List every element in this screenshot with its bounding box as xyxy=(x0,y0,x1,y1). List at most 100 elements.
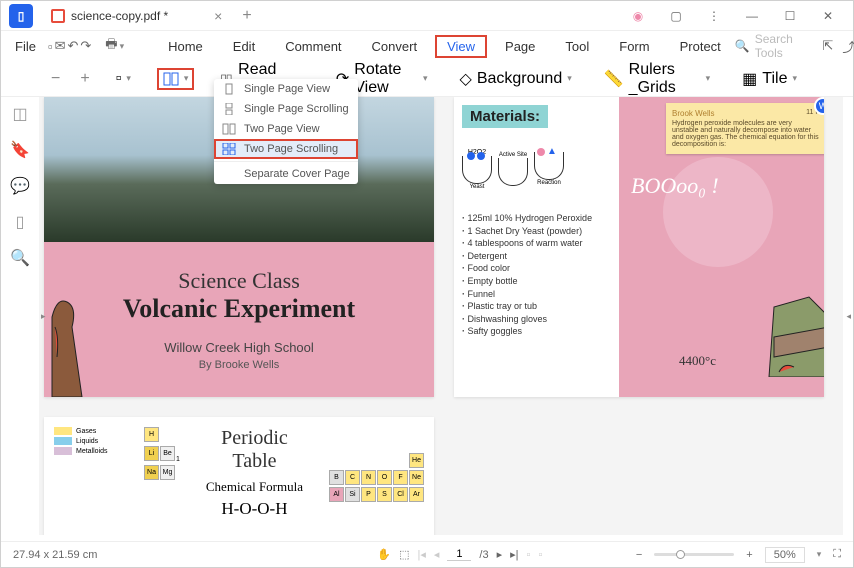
background-label: Background xyxy=(477,70,562,88)
sticky-author: Brook Wells xyxy=(672,109,715,118)
rotate-label: Rotate View xyxy=(354,61,418,97)
boo-text: BOOoo₀ ! xyxy=(631,173,719,199)
menu-two-label: Two Page View xyxy=(244,123,320,135)
two-page-icon xyxy=(163,71,179,87)
undo-icon[interactable]: ↶ xyxy=(67,35,78,57)
rulers-dropdown[interactable]: 📏 Rulers _Grids▾ xyxy=(598,58,716,100)
zoom-dropdown-icon[interactable]: ▾ xyxy=(817,549,822,560)
legend: GasesLiquidsMetalloids xyxy=(54,427,124,532)
document-tab[interactable]: science-copy.pdf * × xyxy=(41,4,232,28)
maximize-button[interactable]: ☐ xyxy=(775,6,805,26)
thumbnails-icon[interactable]: ◫ xyxy=(11,105,29,123)
file-menu[interactable]: File xyxy=(15,39,36,54)
comments-icon[interactable]: 💬 xyxy=(11,177,29,195)
page-thumbnail-2: Materials: H2O2Yeast Active Site ▲Reacti… xyxy=(454,97,824,397)
zoom-out-button[interactable]: − xyxy=(51,70,60,88)
tab-edit[interactable]: Edit xyxy=(221,35,267,58)
volcano-illustration xyxy=(46,277,88,397)
redo-icon[interactable]: ↷ xyxy=(80,35,91,57)
page-number-input[interactable] xyxy=(447,548,471,561)
tab-comment[interactable]: Comment xyxy=(273,35,353,58)
kebab-icon[interactable]: ⋮ xyxy=(699,6,729,26)
document-viewport[interactable]: Science Class Volcanic Experiment Willow… xyxy=(39,97,843,535)
menu-two-page-scrolling[interactable]: Two Page Scrolling xyxy=(214,139,358,159)
fit-icon: ▫ xyxy=(116,70,122,88)
print-icon[interactable]: 🖶 xyxy=(105,35,117,57)
share-icon[interactable]: ⤴ xyxy=(841,35,854,57)
menu-separate-cover[interactable]: Separate Cover Page xyxy=(214,164,358,184)
menu-single-scroll-label: Single Page Scrolling xyxy=(244,103,349,115)
search-icon[interactable]: 🔍 xyxy=(735,39,750,53)
temperature-text: 4400°c xyxy=(679,353,716,369)
tile-icon: ▦ xyxy=(742,69,757,89)
prev-page-button[interactable]: ◂ xyxy=(434,548,440,561)
tab-convert[interactable]: Convert xyxy=(360,35,430,58)
ruler-icon: 📏 xyxy=(604,69,624,89)
next-page-button[interactable]: ▸ xyxy=(497,548,503,561)
menu-single-page[interactable]: Single Page View xyxy=(214,79,358,99)
close-window-button[interactable]: ✕ xyxy=(813,6,843,26)
tab-protect[interactable]: Protect xyxy=(668,35,733,58)
page1-author: By Brooke Wells xyxy=(199,359,280,371)
page-layout-dropdown[interactable]: ▾ xyxy=(157,68,195,90)
fullscreen-icon[interactable]: ⛶ xyxy=(833,548,841,561)
pdf-icon xyxy=(51,9,65,23)
last-page-button[interactable]: ▸| xyxy=(510,548,518,561)
page-expand-left-icon[interactable]: ▸ xyxy=(41,311,46,322)
save-icon[interactable]: ▫ xyxy=(48,35,53,57)
sticky-note[interactable]: W Brook Wells11 P Hydrogen peroxide mole… xyxy=(666,103,824,154)
page-layout-menu: Single Page View Single Page Scrolling T… xyxy=(214,79,358,184)
tab-tool[interactable]: Tool xyxy=(553,35,601,58)
search-placeholder[interactable]: Search Tools xyxy=(755,32,805,60)
menu-single-scrolling[interactable]: Single Page Scrolling xyxy=(214,99,358,119)
page-thumbnail-3: GasesLiquidsMetalloids H LiBe NaMg 1 Per… xyxy=(44,417,434,535)
app-icon: ▯ xyxy=(9,4,33,28)
tile-dropdown[interactable]: ▦ Tile▾ xyxy=(736,66,803,92)
menu-two-page[interactable]: Two Page View xyxy=(214,119,358,139)
tab-page[interactable]: Page xyxy=(493,35,547,58)
tab-form[interactable]: Form xyxy=(607,35,661,58)
zoom-in-button[interactable]: + xyxy=(80,70,89,88)
external-icon[interactable]: ⇱ xyxy=(820,35,836,57)
account-icon[interactable]: ◉ xyxy=(623,6,653,26)
print-dropdown-icon[interactable]: ▾ xyxy=(120,41,125,52)
tab-home[interactable]: Home xyxy=(156,35,215,58)
tab-view[interactable]: View xyxy=(435,35,487,58)
zoom-in-status-button[interactable]: + xyxy=(746,549,752,561)
reaction-label: Reaction xyxy=(534,180,564,186)
background-icon: ◇ xyxy=(460,69,472,89)
page1-title: Science Class xyxy=(178,268,300,294)
bookmarks-icon[interactable]: 🔖 xyxy=(11,141,29,159)
hand-tool-icon[interactable]: ✋ xyxy=(377,548,391,561)
background-dropdown[interactable]: ◇ Background▾ xyxy=(454,66,578,92)
mail-icon[interactable]: ✉ xyxy=(55,35,66,57)
sticky-text: Hydrogen peroxide molecules are very uns… xyxy=(672,120,820,148)
select-tool-icon[interactable]: ⬚ xyxy=(399,548,409,561)
zoom-level: 50% xyxy=(765,547,805,563)
menu-two-scroll-label: Two Page Scrolling xyxy=(244,143,338,155)
periodic-right: HeBCNOFNeAlSiPSClAr xyxy=(329,453,424,532)
chemical-formula-label: Chemical Formula xyxy=(200,479,309,495)
page1-subtitle: Volcanic Experiment xyxy=(123,294,355,324)
close-tab-icon[interactable]: × xyxy=(214,8,222,24)
materials-heading: Materials: xyxy=(462,105,548,128)
fit-dropdown[interactable]: ▫▾ xyxy=(110,67,137,91)
page-expand-right-icon[interactable]: ◂ xyxy=(846,311,851,322)
new-tab-button[interactable]: + xyxy=(242,7,251,25)
tile-label: Tile xyxy=(762,70,787,88)
double-view-icon[interactable]: ▫ xyxy=(538,549,542,561)
first-page-button[interactable]: |◂ xyxy=(418,548,426,561)
materials-list: 125ml 10% Hydrogen Peroxide1 Sachet Dry … xyxy=(462,212,611,338)
zoom-out-status-button[interactable]: − xyxy=(636,549,642,561)
minimize-button[interactable]: — xyxy=(737,6,767,26)
menu-single-label: Single Page View xyxy=(244,83,330,95)
single-view-icon[interactable]: ▫ xyxy=(527,549,531,561)
search-sidebar-icon[interactable]: 🔍 xyxy=(11,249,29,267)
zoom-slider[interactable] xyxy=(654,553,734,556)
attachments-icon[interactable]: ▯ xyxy=(11,213,29,231)
notify-icon[interactable]: ▢ xyxy=(661,6,691,26)
tab-title: science-copy.pdf * xyxy=(71,9,168,23)
page-dimensions: 27.94 x 21.59 cm xyxy=(13,549,97,561)
rock-illustration xyxy=(759,277,824,377)
yeast-label: Yeast xyxy=(462,184,492,190)
